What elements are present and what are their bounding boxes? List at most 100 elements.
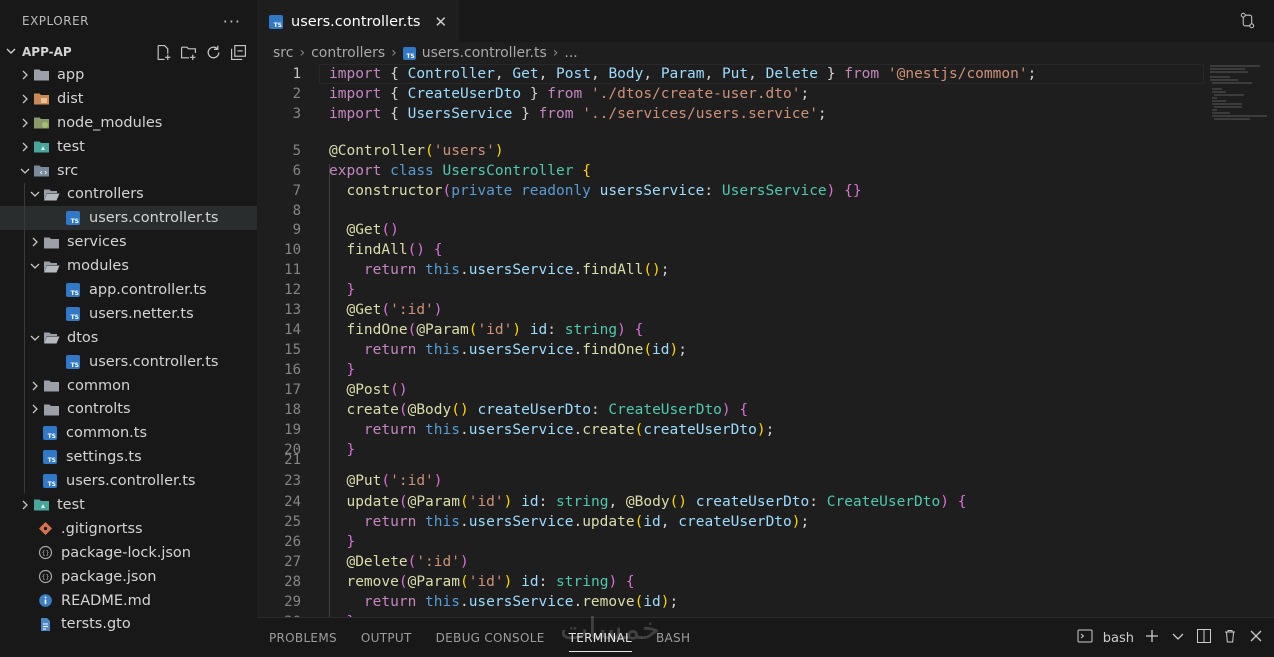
tree-item[interactable]: common	[0, 374, 257, 398]
code-token: :	[590, 402, 609, 418]
tab-problems[interactable]: PROBLEMS	[257, 618, 349, 657]
source-control-compare-icon[interactable]	[1239, 12, 1256, 29]
code-token: usersService	[468, 262, 574, 278]
code-text: remove(@Param('id') id: string) {	[329, 574, 634, 590]
tree-item[interactable]: app	[0, 63, 257, 87]
tree-item[interactable]: {} package-lock.json	[0, 541, 257, 565]
trash-icon[interactable]	[1222, 628, 1238, 648]
code-token: @Get	[346, 222, 382, 238]
line-number: 24	[284, 494, 301, 510]
tree-item[interactable]: services	[0, 230, 257, 254]
split-terminal-icon[interactable]	[1196, 628, 1212, 648]
code-text: }	[329, 282, 355, 298]
tree-item[interactable]: tersts.gto	[0, 612, 257, 636]
chevron-down-icon	[28, 333, 42, 343]
code-token: id	[643, 594, 661, 610]
folder-icon	[42, 378, 60, 394]
tab-output[interactable]: OUTPUT	[349, 618, 424, 657]
code-token: {	[381, 86, 408, 102]
tree-item[interactable]: dtos	[0, 326, 257, 350]
collapse-all-icon[interactable]	[230, 44, 247, 61]
tree-item[interactable]: node_modules	[0, 111, 257, 135]
chevron-right-icon	[18, 500, 32, 510]
code-token: ;	[800, 86, 810, 102]
code-token: '@nestjs/common'	[887, 66, 1028, 82]
tree-item[interactable]: README.md	[0, 589, 257, 613]
code-text: import { UsersService } from '../service…	[329, 106, 827, 122]
tree-item[interactable]: TS app.controller.ts	[0, 278, 257, 302]
breadcrumb-more[interactable]: ...	[564, 45, 577, 61]
tree-item[interactable]: test	[0, 135, 257, 159]
tab-users-controller[interactable]: TS users.controller.ts ✕	[257, 0, 460, 42]
code-editor[interactable]: 1 import { Controller, Get, Post, Body, P…	[257, 64, 1274, 630]
tree-item-label: users.netter.ts	[89, 305, 194, 322]
code-token: update	[582, 514, 635, 530]
chevron-down-icon[interactable]	[1170, 628, 1186, 648]
tree-item[interactable]: .gitignortss	[0, 517, 257, 541]
code-token: ':id'	[416, 554, 460, 570]
tree-item[interactable]: TS users.controller.ts	[0, 350, 257, 374]
file-tree: app dist node_modules test src controllers TS u…	[0, 63, 257, 636]
tree-item[interactable]: TS users.controller.ts	[0, 206, 257, 231]
new-file-icon[interactable]	[155, 44, 172, 61]
code-token: ':id'	[390, 473, 434, 489]
code-token: return	[363, 342, 417, 358]
terminal-shell-label[interactable]: bash	[1103, 631, 1134, 646]
code-token: createUserDto	[643, 422, 757, 438]
add-terminal-icon[interactable]	[1144, 628, 1160, 648]
close-icon[interactable]	[1248, 628, 1264, 648]
new-folder-icon[interactable]	[180, 44, 197, 61]
tree-item[interactable]: dist	[0, 87, 257, 111]
code-token: remove	[582, 594, 635, 610]
tree-item[interactable]: TS common.ts	[0, 421, 257, 445]
breadcrumb-controllers[interactable]: controllers	[311, 45, 385, 61]
code-token: @Delete	[346, 554, 408, 570]
tree-item[interactable]: TS users.netter.ts	[0, 302, 257, 326]
chevron-right-icon: ›	[552, 45, 559, 61]
code-token: usersService	[468, 514, 574, 530]
tree-item-label: common.ts	[66, 425, 148, 442]
tree-item[interactable]: TS settings.ts	[0, 445, 257, 469]
tab-debug-console[interactable]: DEBUG CONSOLE	[424, 618, 557, 657]
tab-label: users.controller.ts	[291, 13, 421, 30]
tree-item[interactable]: controllers	[0, 182, 257, 206]
more-actions-icon[interactable]: ···	[223, 12, 241, 31]
close-icon[interactable]: ✕	[434, 13, 447, 31]
tree-item[interactable]: {} package.json	[0, 565, 257, 589]
code-token: )	[940, 494, 949, 510]
tree-item[interactable]: modules	[0, 254, 257, 278]
minimap[interactable]	[1208, 64, 1268, 124]
indent-guide	[24, 182, 25, 494]
tree-item[interactable]: test	[0, 493, 257, 517]
breadcrumb-file[interactable]: users.controller.ts	[422, 45, 547, 61]
code-token: .	[573, 594, 583, 610]
code-token: id	[521, 494, 539, 510]
chevron-right-icon	[18, 118, 32, 128]
code-token: .	[573, 342, 583, 358]
code-line: 17 @Post()	[257, 380, 1274, 400]
code-token: )	[791, 514, 801, 530]
code-text: findAll() {	[329, 242, 442, 258]
refresh-icon[interactable]	[205, 44, 222, 61]
tree-item-label: settings.ts	[66, 449, 142, 466]
tree-item[interactable]: controlts	[0, 397, 257, 421]
line-number: 7	[292, 183, 301, 199]
workspace-section-header[interactable]: APP-AP	[0, 42, 257, 62]
tree-item[interactable]: src	[0, 159, 257, 183]
typescript-file-icon: TS	[41, 449, 59, 465]
code-token: this	[425, 422, 460, 438]
tree-item-label: package.json	[61, 568, 157, 585]
breadcrumb-src[interactable]: src	[273, 45, 293, 61]
typescript-file-icon: TS	[402, 46, 416, 60]
code-token: update	[346, 494, 399, 510]
tree-item-label: common	[67, 377, 131, 394]
tree-item[interactable]: TS users.controller.ts	[0, 469, 257, 493]
folder-icon	[42, 401, 60, 417]
code-token: ;	[678, 342, 687, 358]
typescript-file-icon: TS	[64, 210, 82, 226]
